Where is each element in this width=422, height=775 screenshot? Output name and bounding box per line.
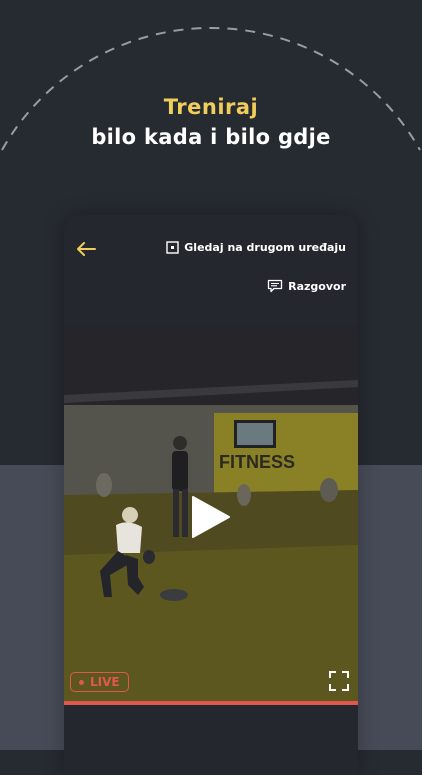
live-label: LIVE — [90, 675, 120, 689]
arrow-left-icon — [77, 242, 96, 256]
cast-button-label: Gledaj na drugom uređaju — [184, 241, 346, 254]
chat-button[interactable]: Razgovor — [267, 279, 346, 293]
live-badge: LIVE — [70, 672, 129, 692]
fullscreen-icon[interactable] — [329, 671, 349, 691]
headline-accent: Treniraj — [163, 95, 259, 119]
video-player[interactable]: FITNESS LIVE — [64, 325, 358, 705]
chat-button-label: Razgovor — [288, 279, 346, 293]
play-icon[interactable] — [191, 495, 231, 539]
chat-bubble-icon — [267, 279, 283, 293]
headline: Treniraj bilo kada i bilo gdje — [0, 95, 422, 149]
back-button[interactable] — [74, 237, 98, 261]
video-sign-text: FITNESS — [219, 452, 295, 472]
phone-screen: Gledaj na drugom uređaju Razgovor FITNES… — [64, 215, 358, 775]
live-dot — [79, 679, 84, 685]
video-progress-bar[interactable] — [64, 701, 358, 705]
headline-main: bilo kada i bilo gdje — [91, 125, 331, 149]
cast-screen-icon — [166, 241, 179, 254]
cast-button[interactable]: Gledaj na drugom uređaju — [166, 241, 346, 254]
